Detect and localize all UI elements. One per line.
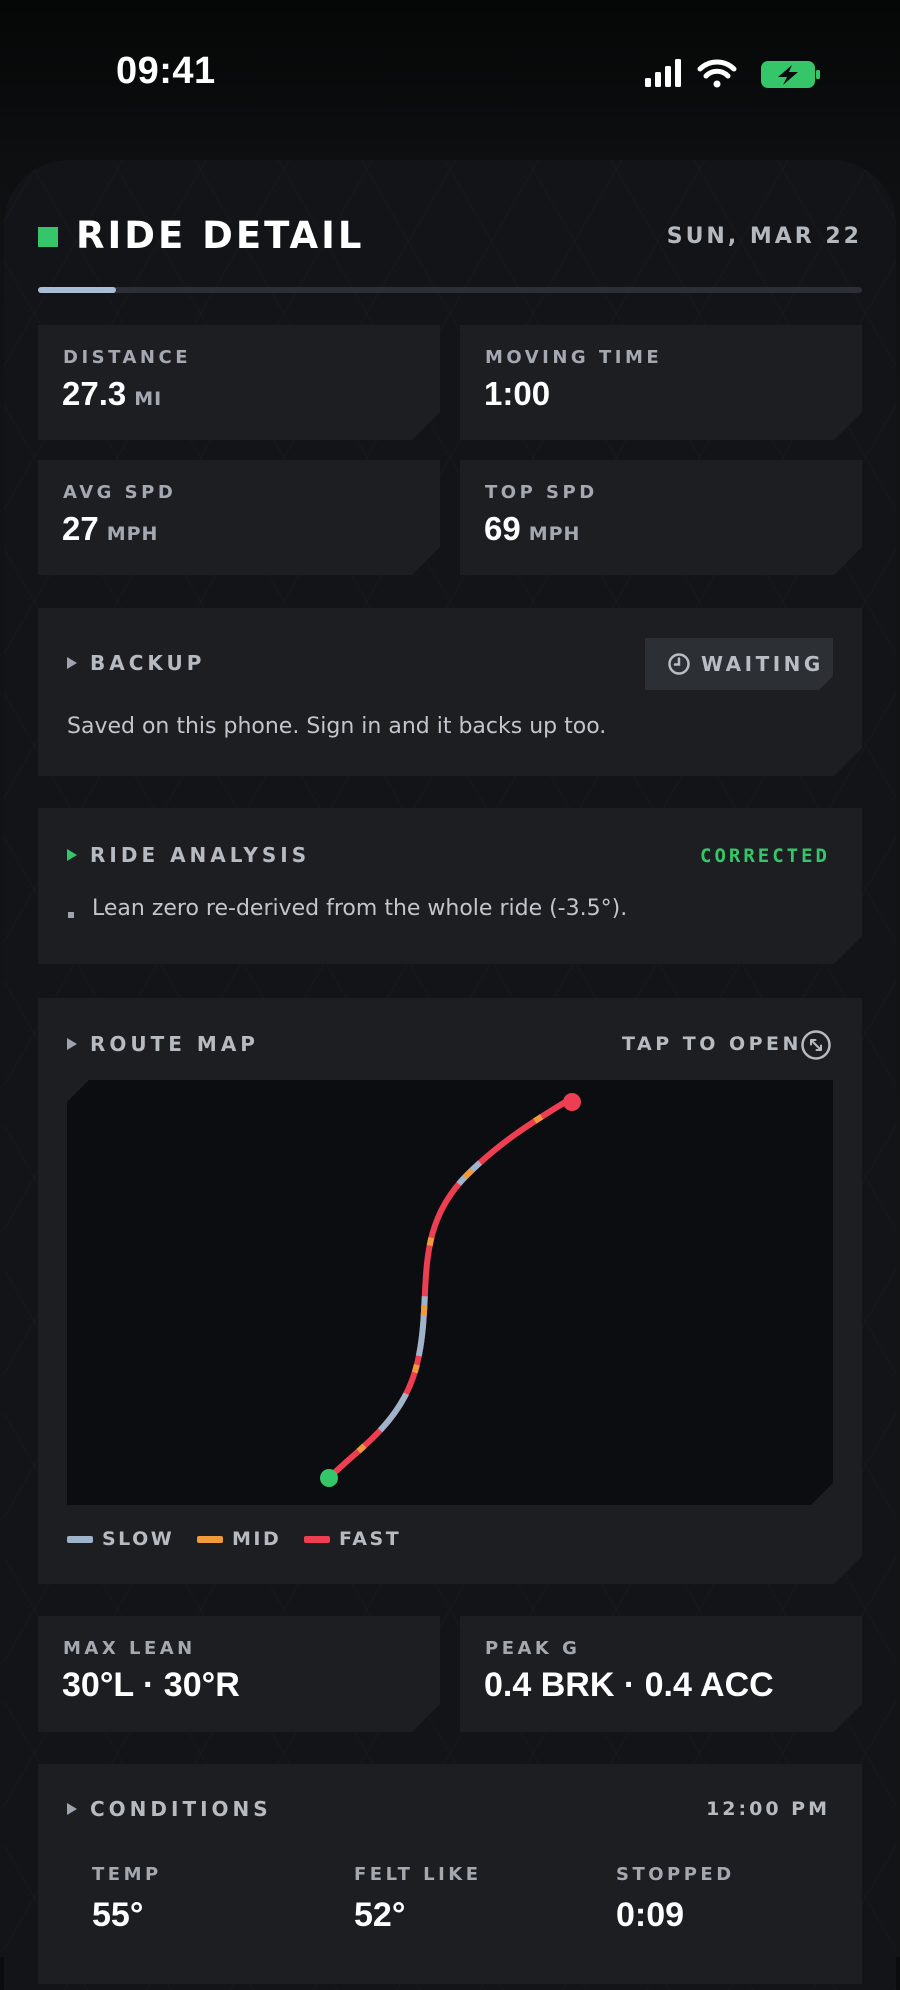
header-accent-square (38, 227, 58, 247)
clock-icon (667, 652, 691, 676)
distance-number: 27.3 (62, 375, 127, 412)
backup-message: Saved on this phone. Sign in and it back… (67, 714, 607, 739)
max-lean-card: MAX LEAN 30°L · 30°R (38, 1616, 440, 1732)
felt-like-label: FELT LIKE (354, 1864, 482, 1885)
ride-date: SUN, MAR 22 (666, 224, 862, 249)
legend-swatch-fast (304, 1536, 330, 1543)
legend-label-fast: FAST (339, 1528, 402, 1550)
ride-analysis-bullet: Lean zero re-derived from the whole ride… (92, 896, 628, 921)
header-progress-track (38, 287, 862, 293)
avg-speed-label: AVG SPD (63, 482, 177, 503)
distance-card: DISTANCE 27.3 MI (38, 325, 440, 440)
battery-charging-icon (761, 61, 820, 88)
peak-g-label: PEAK G (485, 1638, 581, 1659)
cellular-signal-icon (645, 59, 681, 87)
felt-like-value: 52° (354, 1896, 406, 1934)
backup-section[interactable] (38, 608, 862, 776)
top-speed-number: 69 (484, 510, 521, 547)
peak-g-card: PEAK G 0.4 BRK · 0.4 ACC (460, 1616, 862, 1732)
temp-label: TEMP (92, 1864, 162, 1885)
legend-swatch-slow (67, 1536, 93, 1543)
moving-time-value: 1:00 (484, 375, 551, 412)
status-time: 09:41 (116, 50, 216, 92)
route-map-svg (67, 1080, 833, 1505)
avg-speed-value: 27 MPH (62, 510, 158, 548)
max-lean-value: 30°L · 30°R (62, 1666, 240, 1704)
route-start-marker (320, 1469, 338, 1487)
avg-speed-card: AVG SPD 27 MPH (38, 460, 440, 575)
status-icons (645, 59, 820, 88)
top-speed-card: TOP SPD 69 MPH (460, 460, 862, 575)
route-end-marker (563, 1093, 581, 1111)
tap-to-open-link[interactable]: TAP TO OPEN (622, 1033, 802, 1055)
legend-swatch-mid (197, 1536, 223, 1543)
avg-speed-unit: MPH (106, 523, 159, 545)
moving-time-card: MOVING TIME 1:00 (460, 325, 862, 440)
distance-value: 27.3 MI (62, 375, 162, 413)
legend-label-slow: SLOW (102, 1528, 175, 1550)
stopped-value: 0:09 (616, 1896, 685, 1934)
route-map-title[interactable]: ROUTE MAP (90, 1032, 259, 1056)
max-lean-label: MAX LEAN (63, 1638, 196, 1659)
conditions-time: 12:00 PM (706, 1798, 830, 1820)
ride-analysis-expand-caret-icon[interactable] (67, 849, 77, 861)
route-path-slow (329, 1098, 572, 1478)
conditions-expand-caret-icon[interactable] (67, 1803, 77, 1815)
ride-analysis-title[interactable]: RIDE ANALYSIS (90, 843, 310, 867)
top-speed-unit: MPH (528, 523, 581, 545)
ride-analysis-status: CORRECTED (700, 845, 830, 867)
moving-time-label: MOVING TIME (485, 347, 663, 368)
route-path-fast (329, 1098, 572, 1478)
backup-title[interactable]: BACKUP (90, 651, 205, 675)
conditions-title[interactable]: CONDITIONS (90, 1797, 272, 1821)
backup-status-badge: WAITING (645, 638, 833, 690)
stopped-label: STOPPED (616, 1864, 735, 1885)
top-speed-value: 69 MPH (484, 510, 580, 548)
page-title: RIDE DETAIL (76, 214, 365, 257)
ride-analysis-section[interactable] (38, 808, 862, 964)
legend-label-mid: MID (232, 1528, 282, 1550)
avg-speed-number: 27 (62, 510, 99, 547)
backup-expand-caret-icon[interactable] (67, 657, 77, 669)
route-map-canvas[interactable] (67, 1080, 833, 1505)
top-speed-label: TOP SPD (485, 482, 598, 503)
bullet-icon (68, 912, 74, 918)
expand-icon[interactable] (800, 1029, 832, 1061)
backup-status-text: WAITING (701, 652, 824, 676)
route-map-expand-caret-icon[interactable] (67, 1038, 77, 1050)
wifi-icon (697, 59, 737, 88)
header-progress-fill (38, 287, 117, 293)
distance-unit: MI (134, 388, 163, 410)
route-path-mid (329, 1098, 572, 1478)
temp-value: 55° (92, 1896, 144, 1934)
distance-label: DISTANCE (63, 347, 191, 368)
peak-g-value: 0.4 BRK · 0.4 ACC (484, 1666, 774, 1704)
